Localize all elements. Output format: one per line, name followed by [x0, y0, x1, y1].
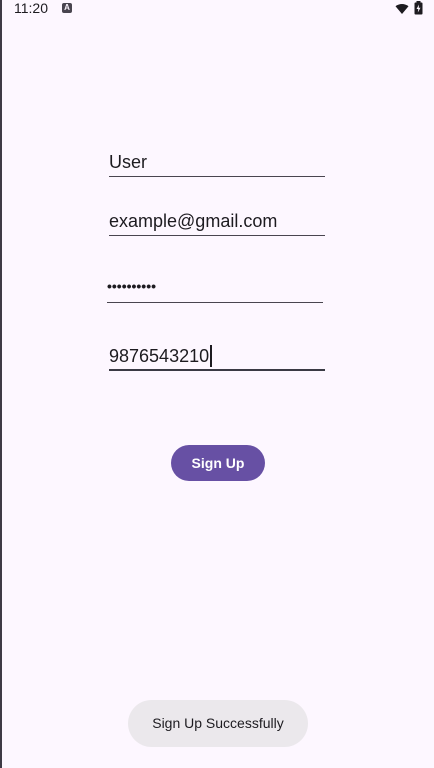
status-bar: 11:20 A	[0, 0, 434, 18]
toast-message: Sign Up Successfully	[128, 700, 308, 747]
phone-value: 9876543210	[109, 346, 210, 366]
window-edge	[0, 0, 2, 768]
username-underline	[109, 176, 325, 177]
email-underline	[109, 235, 325, 236]
phone-field[interactable]: 9876543210	[109, 341, 325, 371]
wifi-icon	[395, 2, 409, 20]
password-value: ••••••••••	[107, 278, 157, 294]
status-time: 11:20	[14, 0, 48, 16]
email-field[interactable]: example@gmail.com	[109, 206, 325, 236]
username-value: User	[109, 152, 148, 172]
password-field[interactable]: ••••••••••	[107, 273, 323, 303]
password-underline	[107, 302, 323, 303]
phone-value-wrap: 9876543210	[109, 345, 212, 367]
username-field[interactable]: User	[109, 147, 325, 177]
signup-button[interactable]: Sign Up	[171, 445, 265, 481]
phone-underline	[109, 369, 325, 371]
email-value: example@gmail.com	[109, 211, 278, 231]
android-a-icon: A	[62, 3, 72, 13]
battery-charging-icon	[414, 1, 423, 20]
text-caret	[210, 345, 212, 367]
